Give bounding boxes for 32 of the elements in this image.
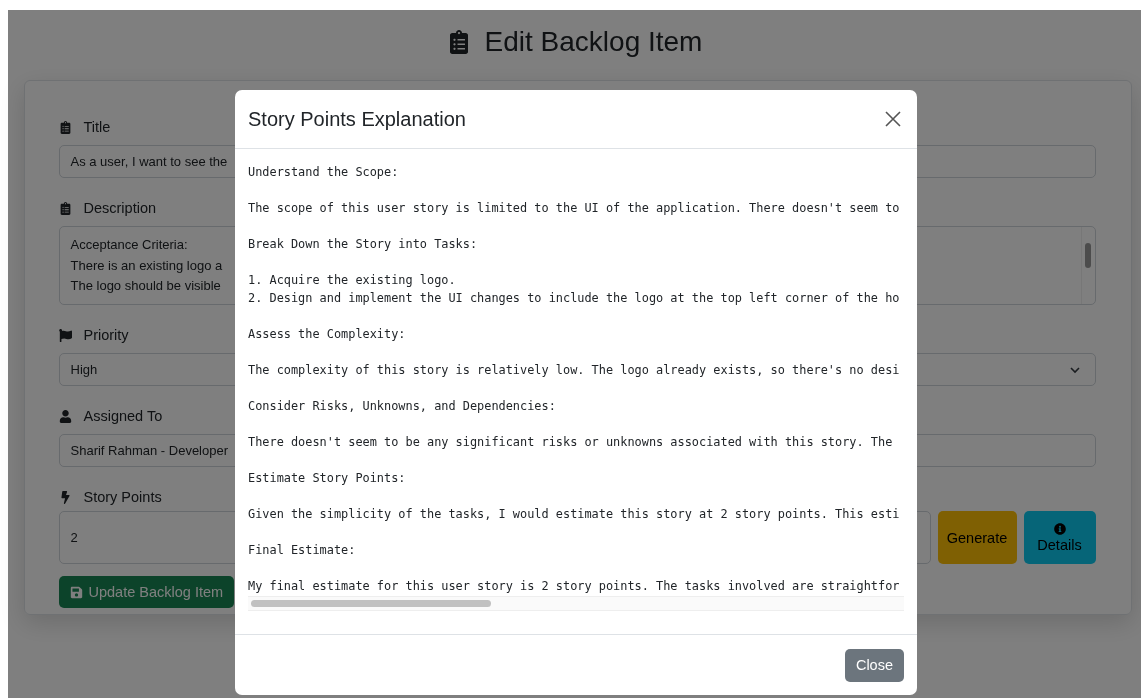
save-icon [69,585,83,599]
scrollbar[interactable] [248,596,904,611]
generate-button[interactable]: Generate [937,511,1017,564]
explanation-text: Understand the Scope: [248,164,399,181]
field-label: Title [83,119,111,135]
explanation-text: There doesn't seem to be any significant risks or unknowns associated with this story. The [248,434,893,451]
explanation-text: The scope of this user story is limited to the UI of the application. There doesn't seem to [248,200,900,217]
close-button[interactable]: Close [844,648,904,682]
flag-icon [58,328,72,342]
update-button[interactable]: Update Backlog Item [58,576,235,608]
explanation-text: The complexity of this story is relatively low. The logo already exists, so there's no desi [248,362,900,379]
explanation-text: Break Down the Story into Tasks: [248,236,478,253]
page-title: Edit Backlog Item [484,25,703,59]
explanation-text: Estimate Story Points: [248,470,406,487]
field-label: Description [83,200,157,216]
modal-title: Story Points Explanation [248,107,466,131]
clipboard-icon [58,120,72,134]
details-button[interactable]: Details [1023,511,1096,564]
field-label: Story Points [83,489,162,505]
explanation-text: 2. Design and implement the UI changes to include the logo at the top left corner of the ho [248,290,900,307]
explanation-text: Assess the Complexity: [248,326,406,343]
user-icon [58,409,72,423]
field-label: Priority [83,327,129,343]
bolt-icon [58,490,72,504]
explanation-text: Final Estimate: [248,542,356,559]
info-icon [1053,522,1066,535]
clipboard-icon [58,201,72,215]
explanation-text: Consider Risks, Unknowns, and Dependencies: [248,398,556,415]
field-label: Assigned To [83,408,163,424]
explanation-text: Given the simplicity of the tasks, I would estimate this story at 2 story points. This esti [248,506,900,523]
explanation-text: 1. Acquire the existing logo. [248,272,456,289]
explanation-text: My final estimate for this user story is 2 story points. The tasks involved are straightfor [248,578,900,595]
